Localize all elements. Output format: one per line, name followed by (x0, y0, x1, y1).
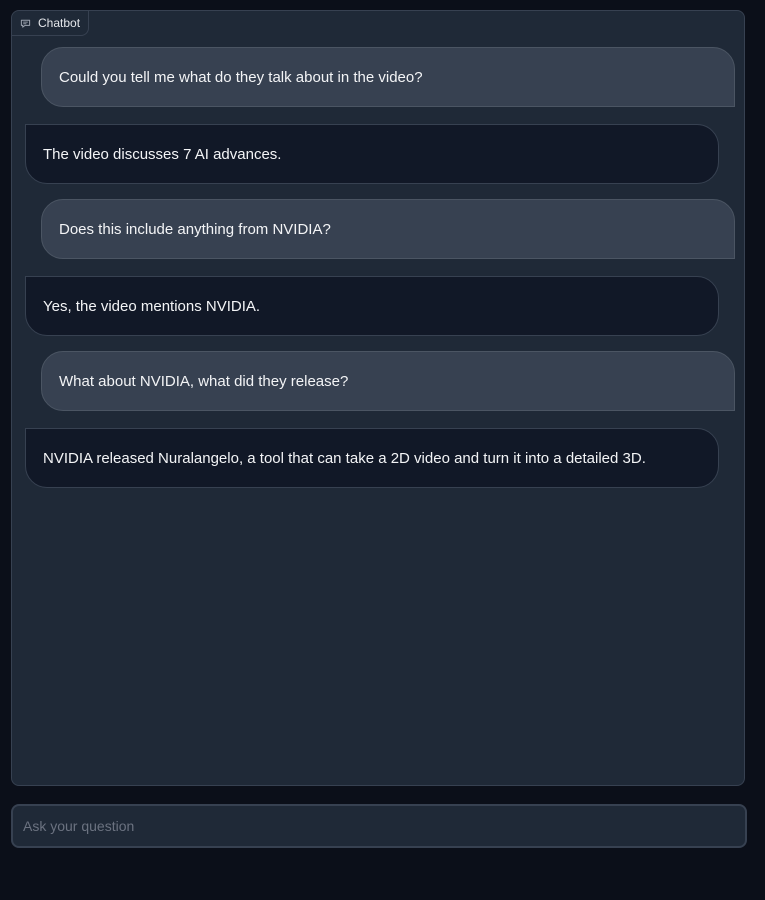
chatbot-label: Chatbot (12, 11, 90, 36)
bot-message: NVIDIA released Nuralangelo, a tool that… (25, 428, 719, 488)
bot-message: The video discusses 7 AI advances. (25, 124, 719, 184)
user-message: Does this include anything from NVIDIA? (41, 199, 735, 259)
chat-icon (20, 18, 31, 29)
message-text: Yes, the video mentions NVIDIA. (43, 297, 261, 315)
question-input-container (11, 804, 747, 848)
message-text: What about NVIDIA, what did they release… (59, 372, 349, 390)
user-message: Could you tell me what do they talk abou… (41, 47, 735, 107)
message-text: Does this include anything from NVIDIA? (59, 220, 331, 238)
message-text: Could you tell me what do they talk abou… (59, 68, 423, 86)
chatbot-panel: Chatbot Could you tell me what do they t… (11, 10, 745, 786)
question-input[interactable] (13, 806, 745, 846)
chatbot-label-text: Chatbot (38, 16, 81, 30)
bot-message: Yes, the video mentions NVIDIA. (25, 276, 719, 336)
user-message: What about NVIDIA, what did they release… (41, 351, 735, 411)
message-text: The video discusses 7 AI advances. (43, 145, 282, 163)
message-text: NVIDIA released Nuralangelo, a tool that… (43, 449, 646, 467)
